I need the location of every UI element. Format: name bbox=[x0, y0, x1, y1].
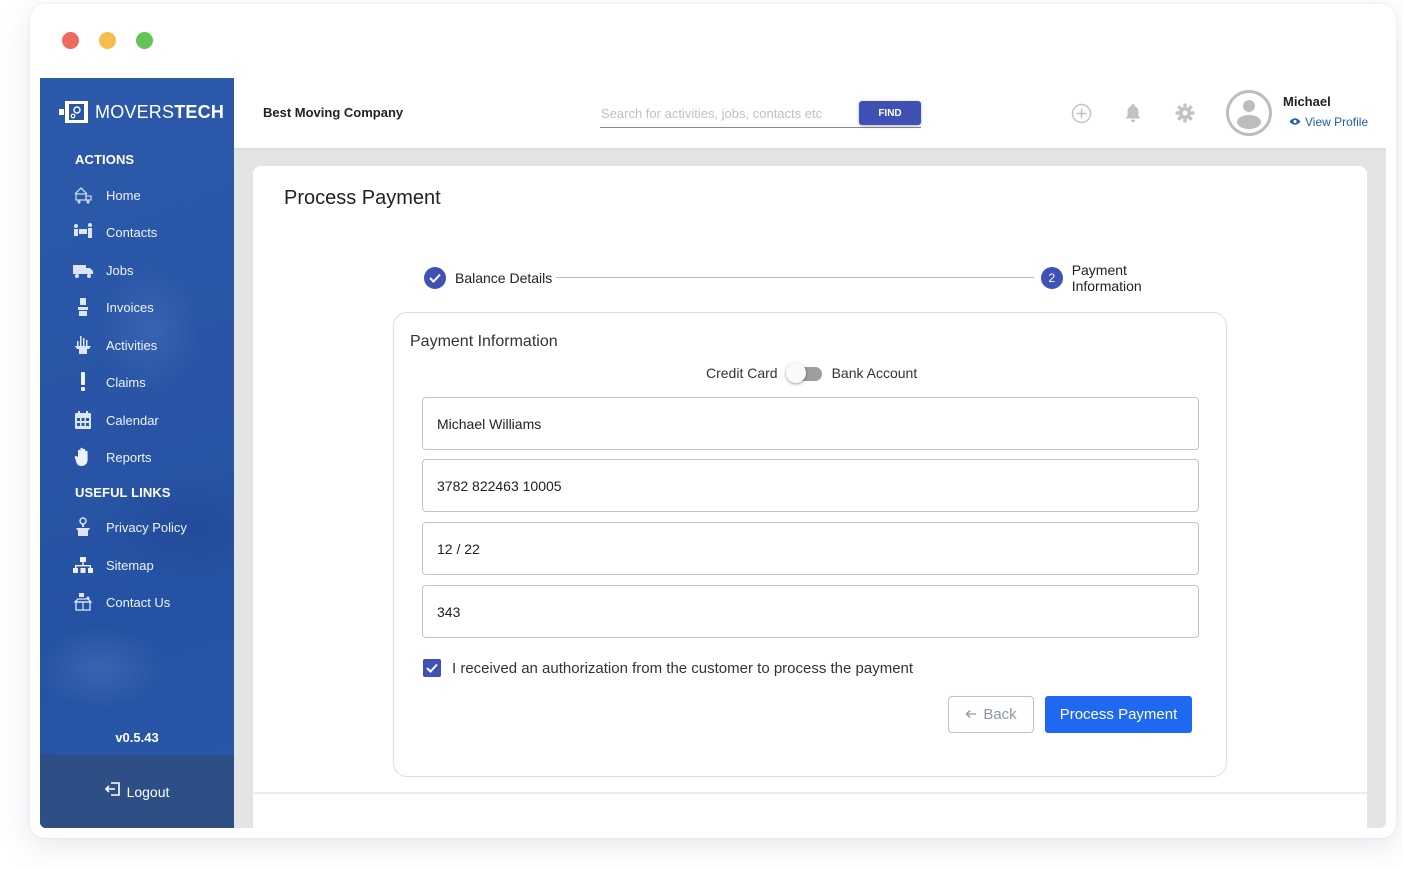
card-number-field bbox=[422, 459, 1199, 512]
sidebar-item-contacts[interactable]: Contacts bbox=[72, 220, 157, 244]
cvc-field bbox=[422, 585, 1199, 638]
cardholder-name-field bbox=[422, 397, 1199, 450]
hand-icon bbox=[72, 447, 94, 467]
step-payment-information[interactable]: 2 Payment Information bbox=[1041, 262, 1199, 294]
card-divider bbox=[253, 792, 1367, 794]
calendar-icon bbox=[72, 410, 94, 430]
actions-section-title: ACTIONS bbox=[75, 152, 135, 167]
contact-box-icon bbox=[72, 592, 94, 612]
payment-information-panel: Payment Information Credit Card Bank Acc… bbox=[393, 312, 1227, 777]
logout-icon bbox=[104, 781, 121, 802]
step-completed-check-icon bbox=[424, 267, 446, 289]
sidebar: MOVERSTECH ACTIONS Home Contacts Jobs In… bbox=[40, 78, 234, 828]
activities-icon bbox=[72, 335, 94, 355]
moverstech-logo[interactable]: MOVERSTECH bbox=[59, 100, 224, 124]
authorization-label: I received an authorization from the cus… bbox=[452, 659, 914, 677]
user-avatar[interactable] bbox=[1225, 89, 1273, 137]
top-bar: Best Moving Company FIND Michael View Pr… bbox=[234, 78, 1386, 148]
card-number-input[interactable] bbox=[423, 460, 1198, 511]
authorization-row: I received an authorization from the cus… bbox=[423, 659, 913, 677]
maximize-window-button[interactable] bbox=[136, 32, 153, 49]
sidebar-item-calendar[interactable]: Calendar bbox=[72, 408, 159, 432]
sidebar-item-activities[interactable]: Activities bbox=[72, 333, 157, 357]
useful-links-section-title: USEFUL LINKS bbox=[75, 485, 171, 500]
home-truck-icon bbox=[72, 185, 94, 205]
credit-card-label: Credit Card bbox=[706, 365, 778, 381]
user-name: Michael bbox=[1283, 94, 1331, 109]
view-profile-link[interactable]: View Profile bbox=[1289, 115, 1368, 129]
close-window-button[interactable] bbox=[62, 32, 79, 49]
process-payment-button[interactable]: Process Payment bbox=[1045, 696, 1192, 733]
payment-section-title: Payment Information bbox=[410, 333, 558, 350]
expiry-date-field bbox=[422, 522, 1199, 575]
process-payment-card: Process Payment Balance Details 2 Paymen… bbox=[253, 166, 1367, 828]
page-title: Process Payment bbox=[284, 187, 441, 209]
arrow-left-icon bbox=[965, 706, 977, 723]
sidebar-item-home[interactable]: Home bbox=[72, 183, 141, 207]
find-button[interactable]: FIND bbox=[859, 101, 921, 125]
sidebar-item-sitemap[interactable]: Sitemap bbox=[72, 553, 154, 577]
cardholder-name-input[interactable] bbox=[423, 398, 1198, 449]
back-button[interactable]: Back bbox=[948, 696, 1034, 733]
logo-text: MOVERSTECH bbox=[95, 101, 225, 122]
sitemap-icon bbox=[72, 555, 94, 575]
logout-button[interactable]: Logout bbox=[40, 755, 234, 828]
cvc-input[interactable] bbox=[423, 586, 1198, 637]
company-name: Best Moving Company bbox=[263, 105, 404, 120]
settings-gear-icon[interactable] bbox=[1174, 102, 1196, 124]
sidebar-item-reports[interactable]: Reports bbox=[72, 445, 152, 469]
sidebar-item-privacy-policy[interactable]: Privacy Policy bbox=[72, 515, 187, 539]
stepper-connector bbox=[556, 277, 1034, 278]
step-number-badge: 2 bbox=[1041, 267, 1063, 289]
privacy-box-icon bbox=[72, 517, 94, 537]
bank-account-label: Bank Account bbox=[831, 365, 918, 381]
notifications-bell-icon[interactable] bbox=[1122, 102, 1144, 124]
sidebar-item-claims[interactable]: Claims bbox=[72, 370, 146, 394]
payment-method-switch[interactable] bbox=[785, 363, 824, 383]
add-icon[interactable] bbox=[1070, 102, 1092, 124]
sidebar-item-invoices[interactable]: Invoices bbox=[72, 295, 154, 319]
authorization-checkbox[interactable] bbox=[423, 659, 441, 677]
contacts-movers-icon bbox=[72, 222, 94, 242]
invoice-box-icon bbox=[72, 297, 94, 317]
search-input[interactable] bbox=[600, 101, 850, 125]
stepper: Balance Details 2 Payment Information bbox=[424, 262, 1199, 294]
app-version: v0.5.43 bbox=[115, 730, 159, 745]
sidebar-item-contact-us[interactable]: Contact Us bbox=[72, 590, 170, 614]
minimize-window-button[interactable] bbox=[99, 32, 116, 49]
app: MOVERSTECH ACTIONS Home Contacts Jobs In… bbox=[40, 78, 1386, 828]
payment-method-toggle: Credit Card Bank Account bbox=[706, 363, 917, 383]
truck-icon bbox=[72, 260, 94, 280]
expiry-date-input[interactable] bbox=[423, 523, 1198, 574]
eye-icon bbox=[1289, 115, 1301, 129]
sidebar-item-jobs[interactable]: Jobs bbox=[72, 258, 133, 282]
checkmark-icon bbox=[426, 663, 438, 673]
search-bar: FIND bbox=[600, 101, 921, 128]
logo-box-icon bbox=[59, 100, 89, 124]
step-balance-details[interactable]: Balance Details bbox=[424, 266, 552, 290]
window-controls bbox=[62, 32, 153, 49]
exclamation-icon bbox=[72, 372, 94, 392]
